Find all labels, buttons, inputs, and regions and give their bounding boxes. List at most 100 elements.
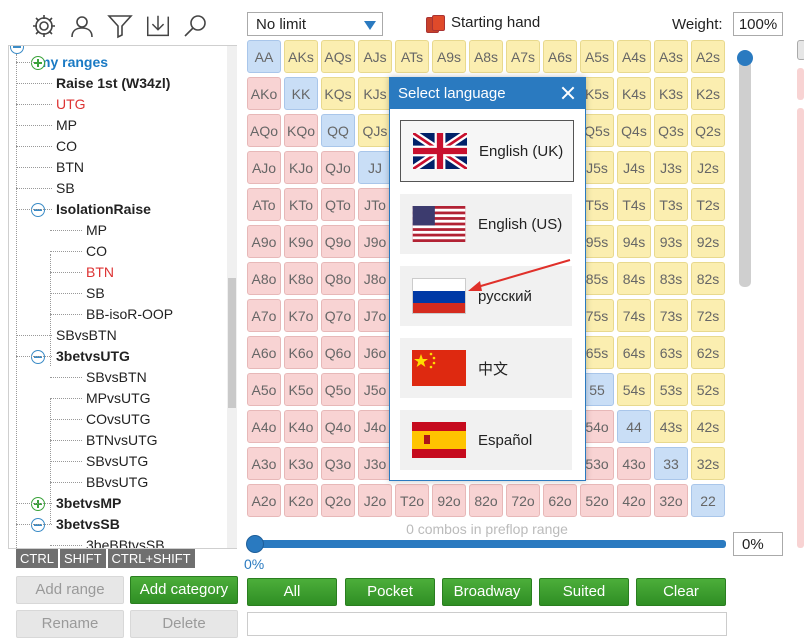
hand-cell[interactable]: A2s: [691, 40, 725, 73]
hand-cell[interactable]: Q9o: [321, 225, 355, 258]
hand-cell[interactable]: 44: [617, 410, 651, 443]
hand-cell[interactable]: T2s: [691, 188, 725, 221]
language-option-spanish[interactable]: Español: [400, 410, 572, 470]
hand-cell[interactable]: A6s: [543, 40, 577, 73]
hand-cell[interactable]: 73s: [654, 299, 688, 332]
hand-cell[interactable]: Q4s: [617, 114, 651, 147]
hand-cell[interactable]: 72o: [506, 484, 540, 517]
hand-cell[interactable]: A2o: [247, 484, 281, 517]
tree-item[interactable]: SBvsBTN: [56, 325, 117, 345]
language-option-chinese[interactable]: 中文: [400, 338, 572, 398]
hand-cell[interactable]: 43o: [617, 447, 651, 480]
add-range-button[interactable]: Add range: [16, 576, 124, 604]
filter-pocket-button[interactable]: Pocket: [345, 578, 435, 606]
filter-all-button[interactable]: All: [247, 578, 337, 606]
tree-item[interactable]: BTN: [56, 157, 84, 177]
hand-cell[interactable]: 92s: [691, 225, 725, 258]
tree-item[interactable]: UTG: [56, 94, 86, 114]
hand-cell[interactable]: K4o: [284, 410, 318, 443]
hand-cell[interactable]: K2s: [691, 77, 725, 110]
hand-cell[interactable]: QTo: [321, 188, 355, 221]
hand-cell[interactable]: K4s: [617, 77, 651, 110]
hand-cell[interactable]: 74s: [617, 299, 651, 332]
hand-cell[interactable]: K9o: [284, 225, 318, 258]
collapse-icon[interactable]: [31, 203, 45, 217]
hand-cell[interactable]: 92o: [432, 484, 466, 517]
hand-cell[interactable]: KQs: [321, 77, 355, 110]
collapse-icon[interactable]: [31, 350, 45, 364]
hand-cell[interactable]: K5o: [284, 373, 318, 406]
hand-cell[interactable]: 52s: [691, 373, 725, 406]
hand-cell[interactable]: A5o: [247, 373, 281, 406]
filter-broadway-button[interactable]: Broadway: [442, 578, 532, 606]
tree-item[interactable]: CO: [86, 241, 107, 261]
add-category-button[interactable]: Add category: [130, 576, 238, 604]
tree-item[interactable]: 3beBBtvsSB: [86, 535, 165, 548]
hand-cell[interactable]: Q3s: [654, 114, 688, 147]
tree-item[interactable]: SBvsUTG: [86, 451, 148, 471]
hand-cell[interactable]: J4s: [617, 151, 651, 184]
hand-cell[interactable]: 93s: [654, 225, 688, 258]
hand-cell[interactable]: 83s: [654, 262, 688, 295]
hand-cell[interactable]: A8s: [469, 40, 503, 73]
hand-cell[interactable]: A8o: [247, 262, 281, 295]
hand-cell[interactable]: A6o: [247, 336, 281, 369]
hand-cell[interactable]: 43s: [654, 410, 688, 443]
hand-cell[interactable]: Q2o: [321, 484, 355, 517]
tree-item[interactable]: SBvsBTN: [86, 367, 147, 387]
hand-cell[interactable]: JJ: [358, 151, 392, 184]
tree-item[interactable]: BTNvsUTG: [86, 430, 158, 450]
collapse-icon[interactable]: [31, 518, 45, 532]
hand-cell[interactable]: KK: [284, 77, 318, 110]
hand-cell[interactable]: Q5o: [321, 373, 355, 406]
hand-cell[interactable]: J2s: [691, 151, 725, 184]
hand-cell[interactable]: AJs: [358, 40, 392, 73]
tree-item[interactable]: MPvsUTG: [86, 388, 151, 408]
hand-cell[interactable]: AKo: [247, 77, 281, 110]
hand-cell[interactable]: AKs: [284, 40, 318, 73]
hand-cell[interactable]: AA: [247, 40, 281, 73]
filter-suited-button[interactable]: Suited: [539, 578, 629, 606]
filter-icon[interactable]: [106, 12, 134, 40]
hand-cell[interactable]: 94s: [617, 225, 651, 258]
weight-slider[interactable]: [737, 50, 753, 287]
hand-cell[interactable]: AQo: [247, 114, 281, 147]
import-icon[interactable]: [144, 12, 172, 40]
hand-cell[interactable]: 33: [654, 447, 688, 480]
hand-cell[interactable]: KJo: [284, 151, 318, 184]
hand-cell[interactable]: AQs: [321, 40, 355, 73]
tree-item[interactable]: COvsUTG: [86, 409, 151, 429]
hand-cell[interactable]: 22: [691, 484, 725, 517]
rename-button[interactable]: Rename: [16, 610, 124, 638]
tree-item[interactable]: 3betvsMP: [56, 493, 121, 513]
hand-cell[interactable]: T4s: [617, 188, 651, 221]
hand-cell[interactable]: A7o: [247, 299, 281, 332]
range-tree[interactable]: my ranges Raise 1st (W34zl) UTG MP CO BTN SB Is…: [8, 45, 237, 549]
hand-cell[interactable]: J6o: [358, 336, 392, 369]
range-percent-input[interactable]: 0%: [733, 532, 783, 556]
hand-cell[interactable]: A4s: [617, 40, 651, 73]
language-option-english-us[interactable]: English (US): [400, 194, 572, 254]
hand-cell[interactable]: J2o: [358, 484, 392, 517]
tree-item[interactable]: my ranges: [38, 52, 108, 72]
hand-cell[interactable]: A4o: [247, 410, 281, 443]
hand-cell[interactable]: 53s: [654, 373, 688, 406]
hand-cell[interactable]: AJo: [247, 151, 281, 184]
hand-cell[interactable]: K6o: [284, 336, 318, 369]
hand-cell[interactable]: Q7o: [321, 299, 355, 332]
hand-cell[interactable]: J3o: [358, 447, 392, 480]
tree-item[interactable]: 3betvsSB: [56, 514, 120, 534]
close-icon[interactable]: [561, 86, 575, 100]
tree-item[interactable]: BB-isoR-OOP: [86, 304, 173, 324]
hand-cell[interactable]: QJs: [358, 114, 392, 147]
hand-cell[interactable]: K2o: [284, 484, 318, 517]
hand-text-input[interactable]: [247, 612, 727, 636]
hand-cell[interactable]: JTo: [358, 188, 392, 221]
hand-cell[interactable]: KJs: [358, 77, 392, 110]
hand-cell[interactable]: Q8o: [321, 262, 355, 295]
hand-cell[interactable]: A9s: [432, 40, 466, 73]
tree-item[interactable]: BTN: [86, 262, 114, 282]
hand-cell[interactable]: 42o: [617, 484, 651, 517]
hand-cell[interactable]: A7s: [506, 40, 540, 73]
hand-cell[interactable]: J5o: [358, 373, 392, 406]
